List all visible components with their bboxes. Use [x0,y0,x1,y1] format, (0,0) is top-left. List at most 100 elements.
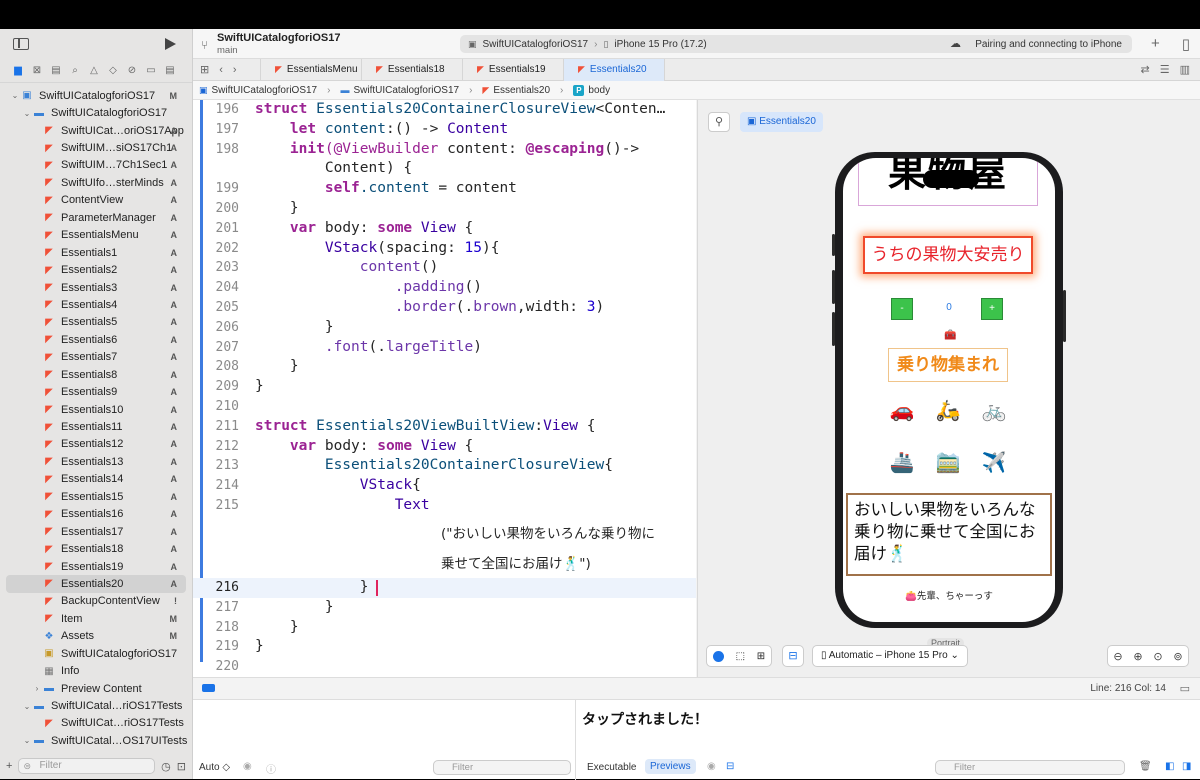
tab-essentialsmenu[interactable]: ◤EssentialsMenu [261,59,362,81]
chevron-down-icon[interactable]: ⌄ [22,109,32,118]
list-item[interactable]: ▦Info [0,662,192,679]
grid-icon[interactable]: ⊞ [200,63,209,76]
debug-toggle-icon[interactable] [202,684,215,692]
selectable-icon[interactable]: ⬚ [736,651,745,662]
device-settings-icon[interactable]: ⊟ [782,645,804,667]
issue-icon[interactable]: △ [88,65,100,77]
recent-icon[interactable]: ◷ [161,760,171,773]
code-line[interactable]: 211struct Essentials20ViewBuiltView:View… [193,417,696,437]
train-icon[interactable]: 🚞 [933,450,963,475]
code-line[interactable]: 198 init(@ViewBuilder content: @escaping… [193,140,696,160]
chevron-down-icon[interactable]: ⌄ [22,736,32,745]
back-icon[interactable]: ‹ [219,64,223,76]
list-item-selected[interactable]: ◤Essentials20A [6,575,186,592]
ship-icon[interactable]: 🚢 [887,450,917,475]
code-line[interactable]: 206 } [193,318,696,338]
list-item[interactable]: ◤Essentials5A [0,314,192,331]
list-item[interactable]: ◤Essentials12A [0,436,192,453]
info-icon[interactable]: ⓘ [266,761,276,776]
list-item[interactable]: ◤Essentials11A [0,418,192,435]
forward-icon[interactable]: › [233,64,237,76]
preview-chip[interactable]: ▣ Essentials20 [740,112,823,132]
plus-button[interactable]: + [981,298,1003,320]
breakpoint-icon[interactable]: ▭ [145,65,157,77]
list-item[interactable]: ◤Essentials16A [0,506,192,523]
zoom-actual-icon[interactable]: ⊙ [1153,650,1162,663]
code-line[interactable]: 213 Essentials20ContainerClosureView{ [193,456,696,476]
list-item[interactable]: ◤Essentials9A [0,383,192,400]
list-item[interactable]: ◤EssentialsMenuA [0,227,192,244]
list-item[interactable]: ◤BackupContentView! [0,593,192,610]
list-item[interactable]: ›▬Preview Content [0,680,192,697]
chevron-right-icon[interactable]: › [32,684,42,693]
scheme-selector[interactable]: ▣ SwiftUICatalogforiOS17 › ▯ iPhone 15 P… [460,35,1132,53]
code-line[interactable]: 200 } [193,199,696,219]
list-item[interactable]: ◤Essentials15A [0,488,192,505]
test-icon[interactable]: ◇ [107,65,119,77]
tab-essentials20[interactable]: ◤Essentials20 [564,59,665,81]
code-line[interactable]: 203 content() [193,258,696,278]
add-icon[interactable]: + [6,760,12,772]
debug-icon[interactable]: ⊘ [126,65,138,77]
find-icon[interactable]: ⌕ [69,65,81,77]
list-item[interactable]: ◤Essentials3A [0,279,192,296]
list-item[interactable]: ◤Essentials10A [0,401,192,418]
split-right-icon[interactable]: ◨ [1182,761,1191,772]
list-item[interactable]: ❖AssetsM [0,628,192,645]
list-item[interactable]: ◤Essentials19A [0,558,192,575]
editor-options-icon[interactable]: ☰ [1160,63,1170,76]
inspector-toggle-icon[interactable]: ▯ [1182,35,1190,53]
variants-icon[interactable]: ⊞ [757,651,765,662]
list-item[interactable]: ⌄▬SwiftUICatal…OS17UITests [0,732,192,747]
list-item[interactable]: ◤SwiftUICat…oriOS17AppA [0,122,192,139]
chevron-down-icon[interactable]: ⌄ [22,702,32,711]
list-item[interactable]: ▣SwiftUICatalogforiOS17 [0,645,192,662]
zoom-out-icon[interactable]: ⊖ [1113,650,1122,663]
list-item[interactable]: ⌄▬SwiftUICatal…riOS17Tests [0,697,192,714]
code-line[interactable]: 219} [193,637,696,657]
list-item[interactable]: ◤Essentials14A [0,471,192,488]
live-preview-icon[interactable] [713,651,724,662]
code-line[interactable]: 218 } [193,618,696,638]
code-line[interactable]: 214 VStack{ [193,476,696,496]
symbol-icon[interactable]: ▤ [50,65,62,77]
code-line[interactable]: 199 self.content = content [193,179,696,199]
eye-icon[interactable]: ◉ [243,761,252,772]
list-item[interactable]: ◤Essentials8A [0,366,192,383]
split-left-icon[interactable]: ◧ [1165,761,1174,772]
list-item[interactable]: ⌄▣SwiftUICatalogforiOS17M [0,87,192,104]
navigator-filter-input[interactable]: ⊜Filter [18,758,155,774]
panel-toggle-icon[interactable]: ▭ [1180,682,1190,695]
code-line-current[interactable]: 216 } [193,578,696,598]
code-line[interactable]: 212 var body: some View { [193,437,696,457]
report-icon[interactable]: ▤ [164,65,176,77]
code-line[interactable]: 215 Text [193,496,696,516]
scooter-icon[interactable]: 🛵 [933,398,963,423]
variables-filter-input[interactable]: Filter [433,760,571,775]
console-filter-input[interactable]: Filter [935,760,1125,775]
tab-essentials19[interactable]: ◤Essentials19 [463,59,564,81]
code-line[interactable]: 208 } [193,357,696,377]
list-item[interactable]: ◤Essentials18A [0,540,192,557]
code-line[interactable]: 196struct Essentials20ContainerClosureVi… [193,100,696,120]
device-picker[interactable]: ▯ Automatic – iPhone 15 Pro ⌄ [812,645,968,667]
toggle-icon[interactable]: ⊟ [726,761,734,772]
executable-tab[interactable]: Executable [587,762,636,773]
list-item[interactable]: ◤Essentials6A [0,331,192,348]
list-item[interactable]: ◤Essentials1A [0,244,192,261]
chevron-down-icon[interactable]: ⌄ [10,91,20,100]
code-line[interactable]: 197 let content:() -> Content [193,120,696,140]
bicycle-icon[interactable]: 🚲 [979,398,1009,423]
add-icon[interactable]: + [1151,35,1160,53]
list-item[interactable]: ◤ContentViewA [0,192,192,209]
code-line[interactable]: 217 } [193,598,696,618]
scm-filter-icon[interactable]: ⊡ [177,760,186,773]
code-line[interactable]: 202 VStack(spacing: 15){ [193,239,696,259]
code-line[interactable]: ("おいしい果物をいろんな乗り物に [193,525,696,549]
code-line[interactable]: 209} [193,377,696,397]
list-item[interactable]: ◤Essentials2A [0,261,192,278]
car-icon[interactable]: 🚗 [887,398,917,423]
code-line[interactable]: 乗せて全国にお届け🕺") [193,555,696,579]
tab-essentials18[interactable]: ◤Essentials18 [362,59,463,81]
trash-icon[interactable]: 🗑 [1139,761,1152,772]
